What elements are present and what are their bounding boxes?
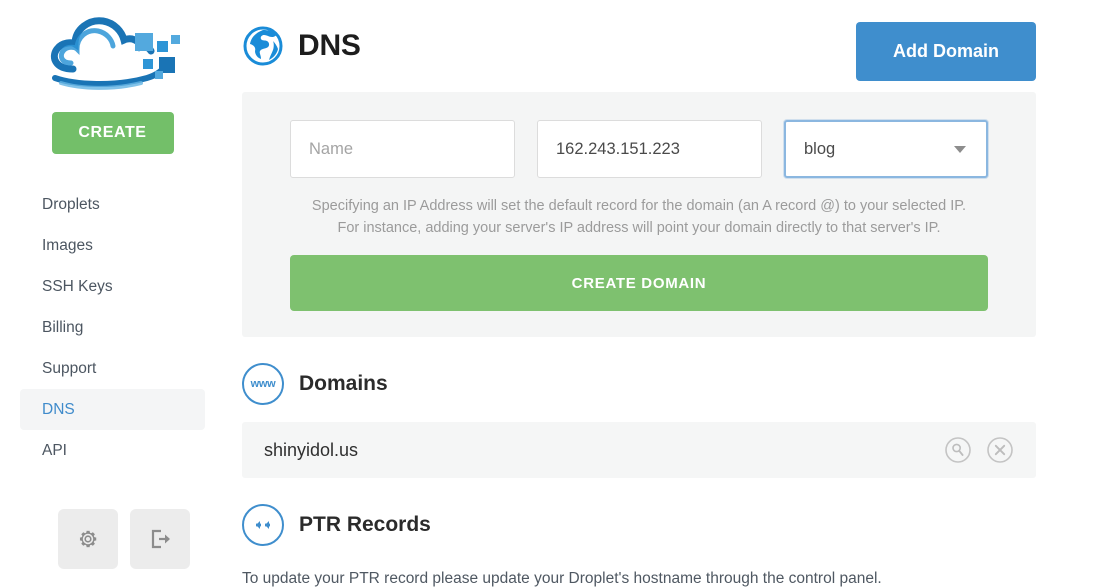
droplet-select[interactable]: blog xyxy=(784,120,988,178)
sidebar-item-billing[interactable]: Billing xyxy=(20,307,205,348)
domain-name-label: shinyidol.us xyxy=(264,439,359,460)
ptr-section-title: PTR Records xyxy=(299,513,431,536)
domains-section-title: Domains xyxy=(299,372,388,395)
main-content: DNS Add Domain Name 162.243.151.223 blog… xyxy=(225,0,1119,587)
form-helper-text: Specifying an IP Address will set the de… xyxy=(311,198,967,236)
row-actions xyxy=(944,436,1014,464)
add-domain-button[interactable]: Add Domain xyxy=(856,22,1036,81)
table-row[interactable]: shinyidol.us xyxy=(242,422,1036,478)
double-left-arrow-glyph xyxy=(256,521,270,529)
ip-address-input[interactable]: 162.243.151.223 xyxy=(537,120,762,178)
domains-section-header: www Domains xyxy=(242,363,1036,405)
page-header: DNS Add Domain xyxy=(242,0,1036,92)
domain-name-input[interactable]: Name xyxy=(290,120,515,178)
settings-button[interactable] xyxy=(58,509,118,569)
close-circle-icon[interactable] xyxy=(986,436,1014,464)
create-domain-button[interactable]: CREATE DOMAIN xyxy=(290,255,988,311)
cloud-pixel-logo xyxy=(50,17,180,90)
logout-icon xyxy=(151,529,170,549)
sidebar-item-support[interactable]: Support xyxy=(20,348,205,389)
double-left-arrow-icon xyxy=(242,504,284,546)
dns-page: CREATE Droplets Images SSH Keys Billing … xyxy=(0,0,1119,587)
brand-logo[interactable] xyxy=(0,0,225,112)
logout-button[interactable] xyxy=(130,509,190,569)
sidebar-item-images[interactable]: Images xyxy=(20,225,205,266)
ptr-description: To update your PTR record please update … xyxy=(242,570,882,587)
chevron-down-icon xyxy=(954,145,966,153)
create-button[interactable]: CREATE xyxy=(51,112,174,154)
droplet-select-value: blog xyxy=(804,139,836,158)
page-title: DNS xyxy=(298,29,361,62)
sidebar-item-dns[interactable]: DNS xyxy=(20,389,205,430)
sidebar-item-ssh-keys[interactable]: SSH Keys xyxy=(20,266,205,307)
globe-icon xyxy=(243,26,283,66)
create-domain-form: Name 162.243.151.223 blog Specifying an … xyxy=(242,92,1036,337)
gear-icon xyxy=(79,530,97,548)
www-icon: www xyxy=(242,363,284,405)
form-fields-row: Name 162.243.151.223 blog xyxy=(290,120,988,178)
sidebar-item-api[interactable]: API xyxy=(20,430,205,471)
magnifier-icon[interactable] xyxy=(944,436,972,464)
sidebar: CREATE Droplets Images SSH Keys Billing … xyxy=(0,0,225,587)
sidebar-nav: Droplets Images SSH Keys Billing Support… xyxy=(0,184,225,471)
sidebar-item-droplets[interactable]: Droplets xyxy=(20,184,205,225)
sidebar-footer xyxy=(58,509,190,569)
ptr-section-header: PTR Records xyxy=(242,504,1036,546)
